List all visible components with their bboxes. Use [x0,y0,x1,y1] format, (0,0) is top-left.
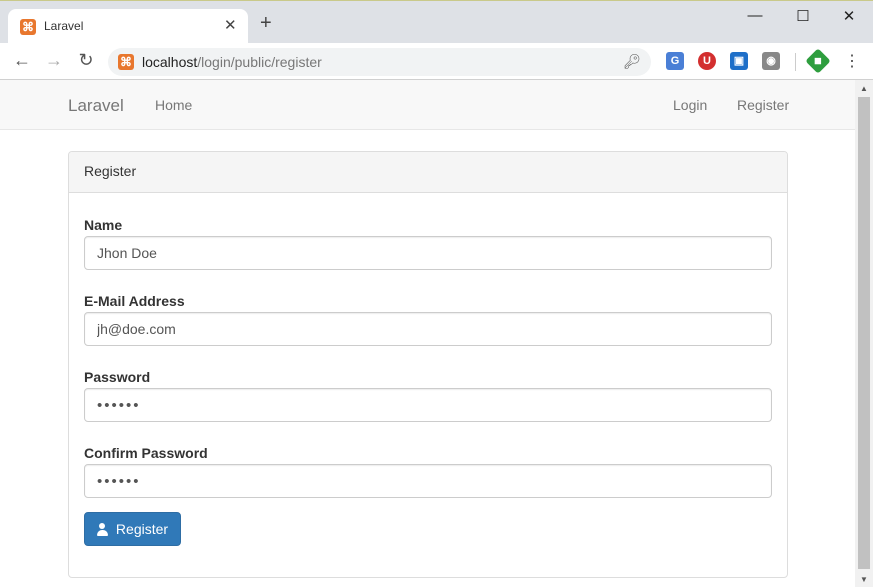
nav-link-home[interactable]: Home [155,97,192,113]
url-path: /login/public/register [197,54,322,70]
forward-icon[interactable]: → [43,50,65,71]
confirm-password-input[interactable] [84,464,772,498]
password-input[interactable] [84,388,772,422]
navbar-brand[interactable]: Laravel [68,96,124,116]
screenshot-icon[interactable]: ▣ [730,52,748,70]
address-bar[interactable]: ⌘ localhost/login/public/register 🔑︎ [108,48,651,76]
page-scrollbar[interactable]: ▲ ▼ [855,80,873,587]
password-label: Password [84,369,151,385]
close-window-icon[interactable]: ✕ [834,7,864,25]
email-label: E-Mail Address [84,293,185,309]
nav-link-login[interactable]: Login [673,97,707,113]
name-input[interactable] [84,236,772,270]
adblock-icon[interactable]: U [698,52,716,70]
confirm-password-label: Confirm Password [84,445,208,461]
new-tab-icon[interactable]: + [260,13,272,33]
url-host: localhost [142,54,198,70]
nav-link-register[interactable]: Register [737,97,789,113]
minimize-icon[interactable]: — [740,7,770,24]
tab-close-icon[interactable]: ✕ [224,16,237,34]
maximize-icon[interactable]: ☐ [788,7,818,25]
xampp-favicon-icon: ⌘ [118,54,134,70]
register-button[interactable]: Register [84,512,181,546]
scroll-up-icon[interactable]: ▲ [860,84,868,93]
browser-menu-icon[interactable]: ⋮ [844,51,860,71]
register-button-label: Register [115,521,169,537]
email-input[interactable] [84,312,772,346]
name-label: Name [84,217,123,233]
page-viewport: Laravel Home Login Register Register Nam… [0,80,855,587]
register-panel: Register Name E-Mail Address Password Co… [68,151,788,578]
url-text: localhost/login/public/register [142,54,322,70]
key-icon[interactable]: 🔑︎ [623,53,641,70]
scrollbar-thumb[interactable] [858,97,870,569]
vpn-icon[interactable]: ◆ [805,48,831,74]
browser-tab[interactable]: ⌘ Laravel ✕ [8,9,248,44]
translate-icon[interactable]: G [666,52,684,70]
reload-icon[interactable]: ↻ [75,50,97,71]
site-navbar: Laravel Home Login Register [0,80,855,130]
xampp-favicon-icon: ⌘ [20,19,36,35]
scroll-down-icon[interactable]: ▼ [860,575,868,584]
browser-toolbar: ← → ↻ ⌘ localhost/login/public/register … [0,43,873,80]
browser-titlebar: ⌘ Laravel ✕ + — ☐ ✕ [0,0,873,44]
camera-icon[interactable]: ◉ [762,52,780,70]
panel-heading: Register [69,152,787,193]
back-icon[interactable]: ← [11,50,33,71]
tab-title: Laravel [44,19,84,33]
extension-divider [795,53,796,71]
user-icon [96,522,108,536]
